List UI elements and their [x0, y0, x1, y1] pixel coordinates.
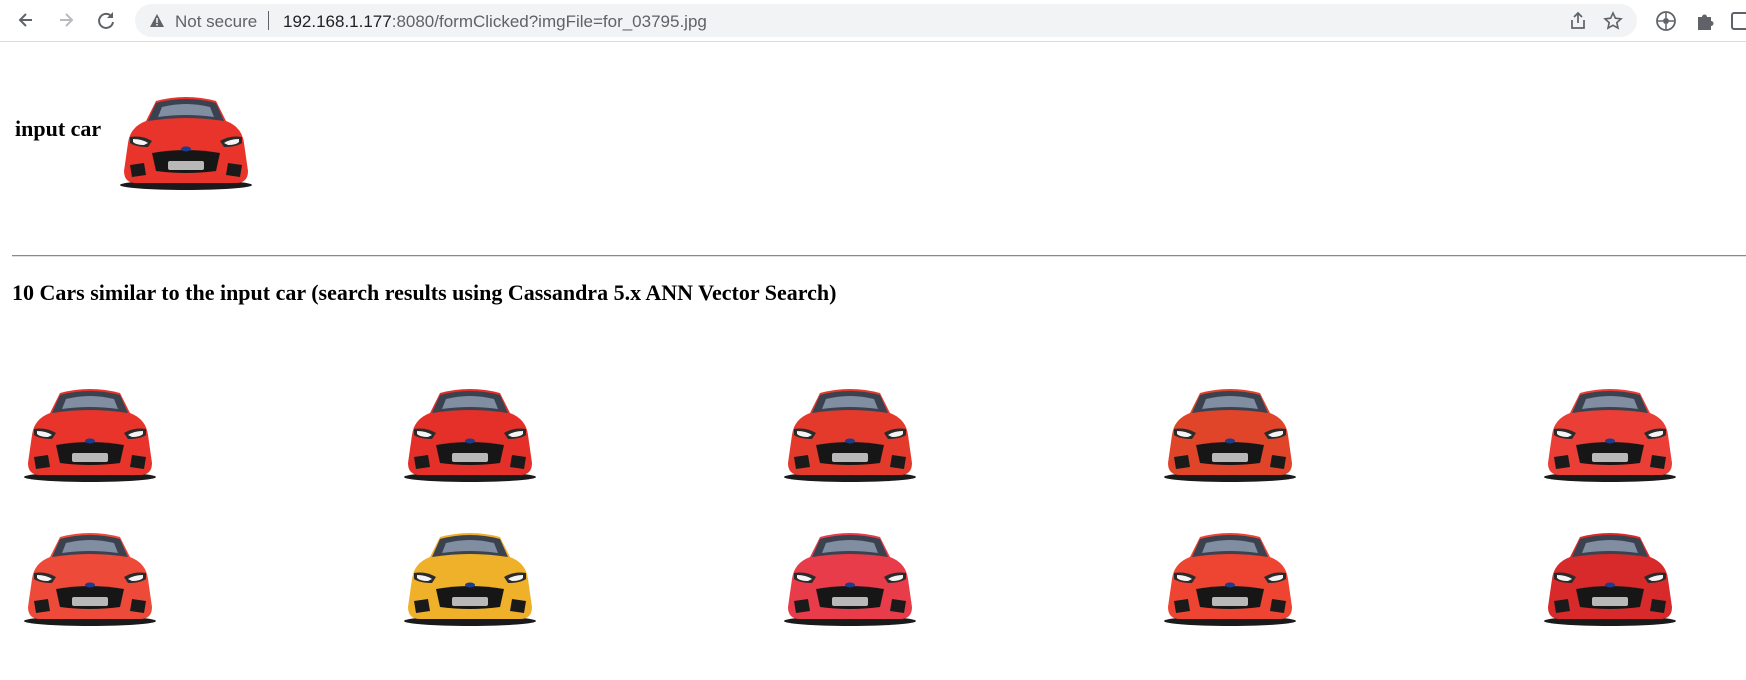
input-car-label: input car — [15, 116, 102, 141]
horizontal-rule — [12, 255, 1746, 257]
side-panel-icon[interactable] — [1731, 10, 1746, 32]
result-car-image — [1540, 522, 1680, 632]
back-icon — [18, 13, 32, 27]
result-car-image — [1160, 522, 1300, 632]
result-car-image — [20, 522, 160, 632]
extension-puzzle-icon[interactable] — [1694, 10, 1716, 32]
car-drawing — [1544, 389, 1676, 482]
car-drawing — [1164, 533, 1296, 626]
url-path: :8080/formClicked?imgFile=for_03795.jpg — [391, 12, 707, 31]
forward-icon — [60, 13, 74, 27]
result-car-image — [400, 378, 540, 488]
result-car-image — [780, 378, 920, 488]
extension-icon[interactable] — [1655, 10, 1677, 32]
result-car-image — [1160, 378, 1300, 488]
car-drawing — [404, 389, 536, 482]
result-car-image — [1540, 378, 1680, 488]
car-drawing — [784, 389, 916, 482]
car-drawing — [1164, 389, 1296, 482]
browser-toolbar: Not secure 192.168.1.177:8080/formClicke… — [0, 0, 1746, 42]
security-status-label[interactable]: Not secure — [175, 12, 257, 32]
results-heading: 10 Cars similar to the input car (search… — [12, 280, 837, 305]
url-text[interactable]: 192.168.1.177:8080/formClicked?imgFile=f… — [283, 12, 707, 32]
url-host: 192.168.1.177 — [283, 12, 392, 31]
car-drawing — [784, 533, 916, 626]
address-bar[interactable]: Not secure 192.168.1.177:8080/formClicke… — [135, 4, 1637, 37]
share-icon[interactable] — [1568, 11, 1588, 31]
forward-button[interactable] — [52, 6, 80, 34]
result-car-image — [780, 522, 920, 632]
car-drawing — [120, 97, 252, 190]
car-drawing — [1544, 533, 1676, 626]
input-car-image — [116, 91, 256, 191]
result-car-image — [400, 522, 540, 632]
warning-icon[interactable] — [149, 13, 165, 28]
car-drawing — [24, 389, 156, 482]
car-drawing — [24, 533, 156, 626]
reload-button[interactable] — [92, 6, 120, 34]
car-drawing — [404, 533, 536, 626]
reload-icon — [98, 12, 114, 29]
back-button[interactable] — [12, 6, 40, 34]
star-icon[interactable] — [1603, 11, 1623, 31]
result-car-image — [20, 378, 160, 488]
omnibox-separator — [268, 11, 269, 30]
